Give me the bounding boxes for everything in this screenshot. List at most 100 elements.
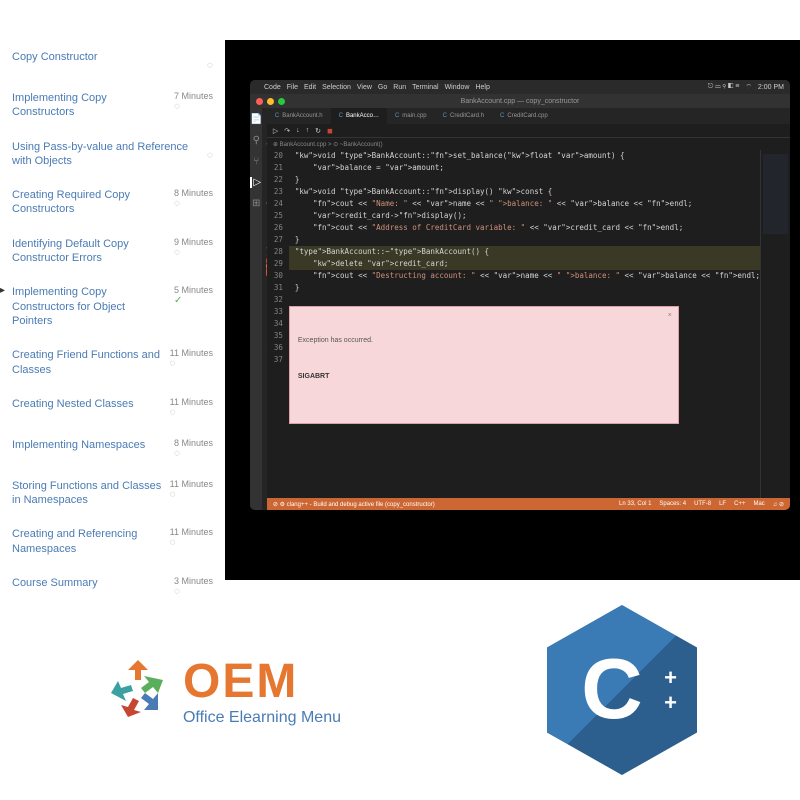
tab-BankAcco…[interactable]: CBankAcco… (331, 108, 387, 124)
scm-icon[interactable]: ⑂ (253, 156, 259, 167)
code-line: "kw">void "type">BankAccount::"fn">displ… (289, 186, 760, 198)
breadcrumb[interactable]: ⊕ BankAccount.cpp > ⊙ ~BankAccount() (267, 138, 790, 150)
sidebar-item-title: Copy Constructor (12, 50, 207, 64)
step-over-icon[interactable]: ↷ (284, 127, 290, 135)
line-number: 32 (267, 294, 283, 306)
status-item[interactable]: UTF-8 (694, 501, 711, 508)
step-into-icon[interactable]: ↓ (296, 127, 300, 134)
line-number: 33 (267, 306, 283, 318)
editor-tabs: CBankAccount.hCBankAcco…Cmain.cppCCredit… (267, 108, 790, 124)
sidebar-item-duration: 11 Minutes◌ (170, 397, 213, 418)
code-line: "type">BankAccount::~"type">BankAccount(… (289, 246, 760, 258)
sidebar-item[interactable]: Storing Functions and Classes in Namespa… (12, 469, 213, 518)
minimize-button[interactable] (267, 98, 274, 105)
tab-main.cpp[interactable]: Cmain.cpp (387, 108, 435, 124)
step-out-icon[interactable]: ↑ (306, 127, 310, 134)
status-left[interactable]: ⊘ ⚙ clang++ - Build and debug active fil… (273, 501, 435, 508)
code-line: "fn">cout << "Name: " << "var">name << "… (289, 198, 760, 210)
sidebar-item-title: Implementing Copy Constructors for Objec… (12, 285, 174, 328)
line-number: 23 (267, 186, 283, 198)
sidebar-item[interactable]: Creating Nested Classes11 Minutes◌ (12, 387, 213, 428)
mac-window: Code File Edit Selection View Go Run Terminal Wi… (250, 80, 790, 510)
mac-menubar: Code File Edit Selection View Go Run Terminal Wi… (250, 80, 790, 94)
menu-run[interactable]: Run (393, 84, 406, 91)
wifi-icon: ⌔ (745, 83, 752, 92)
line-number: 27 (267, 234, 283, 246)
menubar-right: ⎋ ▭ ⚲ ◧ ≡ ⌔ 2:00 PM (708, 83, 784, 92)
line-number: 31 (267, 282, 283, 294)
sidebar-item[interactable]: Implementing Copy Constructors7 Minutes◌ (12, 81, 213, 130)
line-number: 28 (267, 246, 283, 258)
menu-view[interactable]: View (357, 84, 372, 91)
line-number: 36 (267, 342, 283, 354)
menu-edit[interactable]: Edit (304, 84, 316, 91)
close-icon[interactable]: × (668, 310, 672, 322)
explorer-icon[interactable]: 📄 (250, 114, 262, 125)
sidebar-item[interactable]: Implementing Copy Constructors for Objec… (12, 275, 213, 338)
loading-icon: ◌ (170, 407, 176, 418)
status-item[interactable]: LF (719, 501, 726, 508)
clock: 2:00 PM (758, 84, 784, 91)
debug-icon[interactable]: ▷ (250, 177, 262, 188)
line-number: 26 (267, 222, 283, 234)
sidebar-item-title: Using Pass-by-value and Reference with O… (12, 140, 207, 169)
tab-BankAccount.h[interactable]: CBankAccount.h (267, 108, 331, 124)
ide-area: Code File Edit Selection View Go Run Terminal Wi… (225, 40, 800, 580)
code-area[interactable]: 202122232425262728293031323334353637 "kw… (267, 150, 790, 498)
cpp-letter: C (581, 641, 642, 739)
stop-icon[interactable]: ◼ (327, 127, 333, 135)
menu-help[interactable]: Help (475, 84, 489, 91)
sidebar-item[interactable]: Implementing Namespaces8 Minutes◌ (12, 428, 213, 469)
extensions-icon[interactable]: ⊞ (252, 198, 260, 209)
sidebar-item-title: Creating and Referencing Namespaces (12, 527, 170, 556)
sidebar-item-title: Identifying Default Copy Constructor Err… (12, 237, 174, 266)
minimap[interactable] (760, 150, 790, 498)
sidebar-item[interactable]: Using Pass-by-value and Reference with O… (12, 130, 213, 179)
menubar-icons: ⎋ ▭ ⚲ ◧ ≡ (708, 83, 740, 91)
sidebar-item-title: Creating Required Copy Constructors (12, 188, 174, 217)
menu-code[interactable]: Code (264, 84, 281, 91)
restart-icon[interactable]: ↻ (315, 127, 321, 135)
line-number: 30 (267, 270, 283, 282)
sidebar-item[interactable]: Identifying Default Copy Constructor Err… (12, 227, 213, 276)
debug-controls: ▷ ↷ ↓ ↑ ↻ ◼ (267, 124, 790, 138)
status-item[interactable]: Ln 33, Col 1 (619, 501, 651, 508)
exception-popup: Exception has occurred. SIGABRT × (289, 306, 679, 424)
main-area: Copy Constructor◌Implementing Copy Const… (0, 40, 800, 580)
menu-go[interactable]: Go (378, 84, 387, 91)
sidebar-item[interactable]: Copy Constructor◌ (12, 40, 213, 81)
sidebar-item[interactable]: Creating and Referencing Namespaces11 Mi… (12, 517, 213, 566)
tab-CreditCard.cpp[interactable]: CCreditCard.cpp (492, 108, 556, 124)
cpp-plus-1: + (664, 665, 677, 691)
sidebar-item[interactable]: Creating Required Copy Constructors8 Min… (12, 178, 213, 227)
sidebar-item-duration: 8 Minutes◌ (174, 438, 213, 459)
search-icon[interactable]: ⚲ (253, 135, 260, 146)
status-item[interactable]: C++ (734, 501, 745, 508)
sidebar-item-title: Course Summary (12, 576, 174, 590)
tab-CreditCard.h[interactable]: CCreditCard.h (435, 108, 492, 124)
sidebar-item-duration: 8 Minutes◌ (174, 188, 213, 209)
line-number: 34 (267, 318, 283, 330)
menu-file[interactable]: File (287, 84, 298, 91)
sidebar-item[interactable]: Creating Friend Functions and Classes11 … (12, 338, 213, 387)
menu-terminal[interactable]: Terminal (412, 84, 438, 91)
line-number: 20 (267, 150, 283, 162)
traffic-lights (256, 98, 285, 105)
status-item[interactable]: Mac (753, 501, 764, 508)
maximize-button[interactable] (278, 98, 285, 105)
file-icon: C (443, 113, 447, 119)
status-item[interactable]: Spaces: 4 (659, 501, 686, 508)
close-button[interactable] (256, 98, 263, 105)
menu-window[interactable]: Window (445, 84, 470, 91)
status-item[interactable]: ♫ ⊘ (773, 501, 784, 508)
sidebar-item-duration: 5 Minutes✓ (174, 285, 213, 306)
sidebar-item-duration: 11 Minutes◌ (170, 527, 213, 548)
continue-icon[interactable]: ▷ (273, 127, 278, 135)
loading-icon: ◌ (170, 489, 176, 500)
line-number: 24 (267, 198, 283, 210)
code-line: "fn">cout << "Destructing account: " << … (289, 270, 760, 282)
code-line: } (289, 174, 760, 186)
menu-selection[interactable]: Selection (322, 84, 351, 91)
code-content[interactable]: "kw">void "type">BankAccount::"fn">set_b… (289, 150, 760, 498)
footer: OEM Office Elearning Menu C + + (0, 600, 800, 780)
